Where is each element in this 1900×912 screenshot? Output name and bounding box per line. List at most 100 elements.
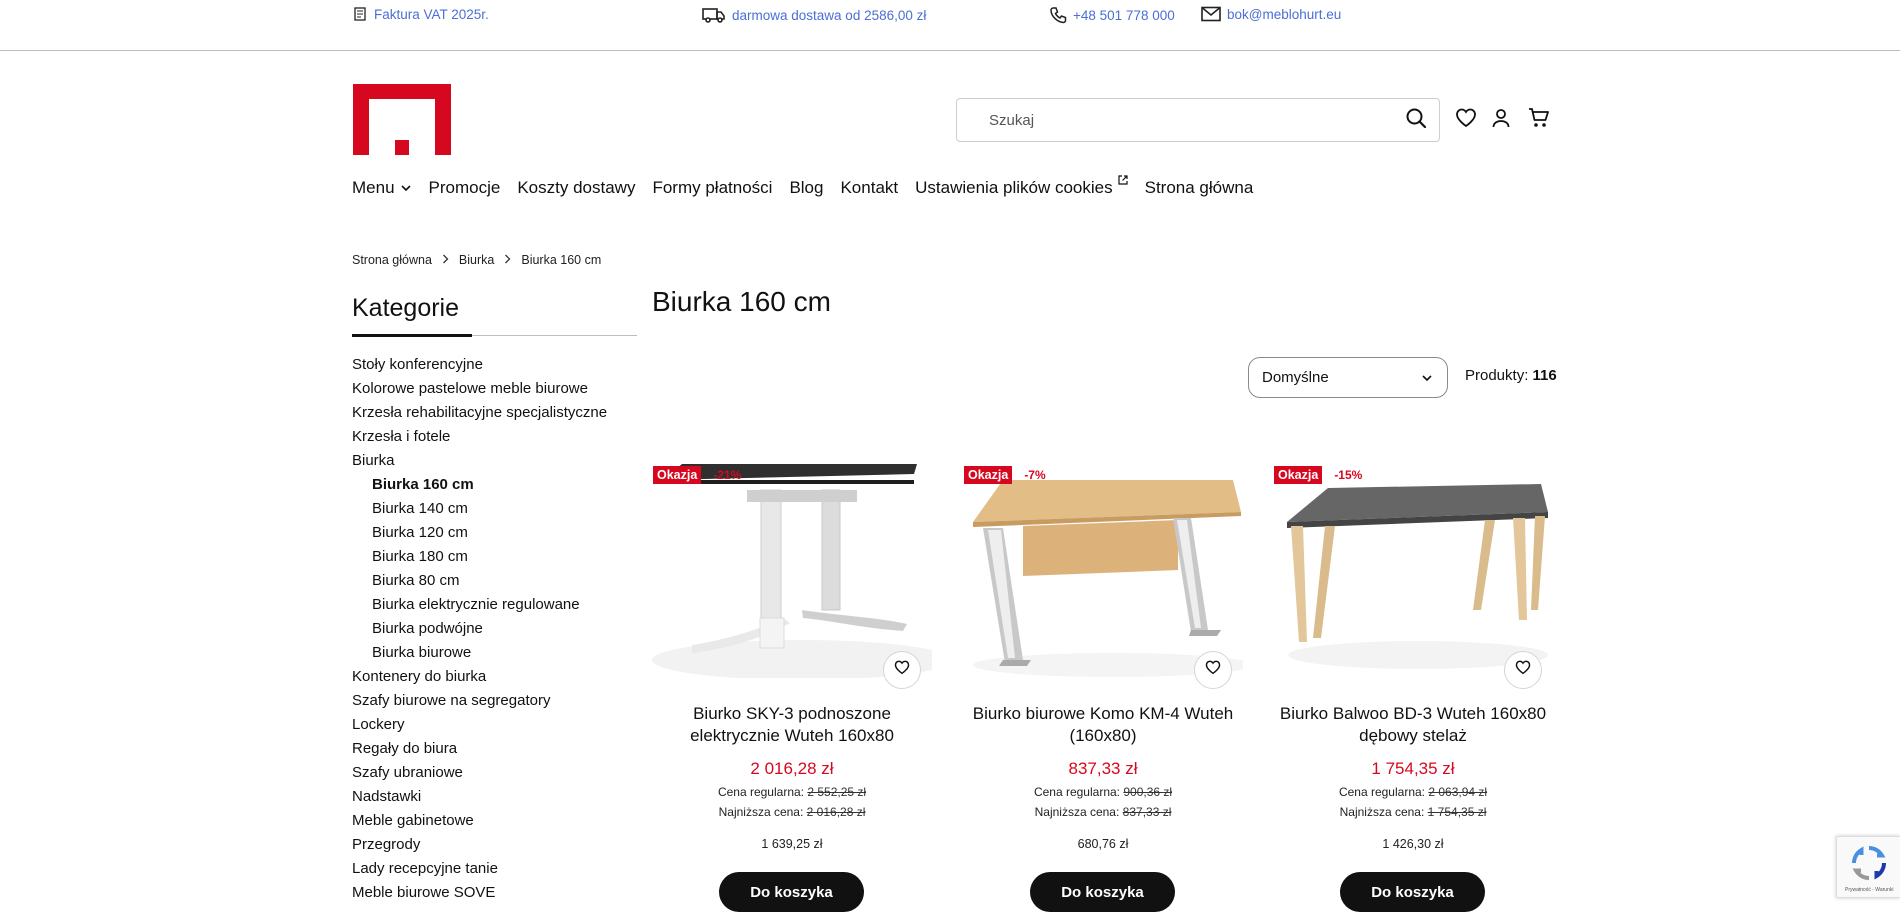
heart-icon xyxy=(1205,660,1221,680)
subcategory-item[interactable]: Biurka elektrycznie regulowane xyxy=(352,594,607,618)
category-item[interactable]: Nadstawki xyxy=(352,786,607,810)
page-title: Biurka 160 cm xyxy=(652,286,831,317)
category-item[interactable]: Lady recepcyjne tanie xyxy=(352,858,607,882)
nav-cookies-label: Ustawienia plików cookies xyxy=(915,178,1113,197)
cart-icon xyxy=(1528,107,1550,134)
vat-invoice-text: Faktura VAT 2025r. xyxy=(374,6,489,22)
nav-promocje[interactable]: Promocje xyxy=(429,178,501,198)
category-item[interactable]: Regały do biura xyxy=(352,738,607,762)
category-item[interactable]: Biurka xyxy=(352,450,607,474)
category-item[interactable]: Krzesła i fotele xyxy=(352,426,607,450)
subcategory-item[interactable]: Biurka 80 cm xyxy=(352,570,607,594)
main-nav: Menu Promocje Koszty dostawy Formy płatn… xyxy=(352,174,1254,198)
search-bar xyxy=(956,98,1440,142)
regular-price: Cena regularna: 2 063,94 zł xyxy=(1273,785,1553,799)
product-card: Okazja -21% Biurko SKY-3 podnoszone elek… xyxy=(652,460,952,912)
regular-price-label: Cena regularna: xyxy=(1033,785,1120,799)
product-name-line: elektrycznie Wuteh 160x80 xyxy=(690,726,894,745)
free-delivery-info[interactable]: darmowa dostawa od 2586,00 zł xyxy=(702,6,926,24)
phone-text: +48 501 778 000 xyxy=(1073,7,1175,23)
sale-badge: Okazja -7% xyxy=(964,466,1046,484)
recaptcha-privacy-terms[interactable]: Prywatność - Warunki xyxy=(1845,887,1893,893)
breadcrumb-home[interactable]: Strona główna xyxy=(352,253,432,267)
subcategory-item[interactable]: Biurka 180 cm xyxy=(352,546,607,570)
search-button[interactable] xyxy=(1393,99,1439,141)
subcategory-item[interactable]: Biurka 140 cm xyxy=(352,498,607,522)
wishlist-button[interactable] xyxy=(1453,107,1479,133)
add-to-wishlist-button[interactable] xyxy=(1194,651,1232,689)
category-item[interactable]: Kontenery do biurka xyxy=(352,666,607,690)
add-to-wishlist-button[interactable] xyxy=(1504,651,1542,689)
breadcrumb-current: Biurka 160 cm xyxy=(521,253,602,267)
sale-badge: Okazja -15% xyxy=(1274,466,1362,484)
add-to-wishlist-button[interactable] xyxy=(883,651,921,689)
category-item-active[interactable]: Biurka 160 cm xyxy=(352,474,607,498)
email-link[interactable]: bok@meblohurt.eu xyxy=(1201,6,1341,22)
lowest-price: Najniższa cena: 1 754,35 zł xyxy=(1273,805,1553,819)
nav-kontakt[interactable]: Kontakt xyxy=(840,178,898,198)
discount-label: -7% xyxy=(1024,468,1046,482)
category-item[interactable]: Meble biurowe SOVE xyxy=(352,882,607,906)
subcategory-item[interactable]: Biurka podwójne xyxy=(352,618,607,642)
category-item[interactable]: Szafy biurowe na segregatory xyxy=(352,690,607,714)
product-image[interactable] xyxy=(963,460,1253,678)
product-price: 2 016,28 zł xyxy=(750,759,834,778)
recaptcha-icon xyxy=(1851,845,1887,883)
add-to-cart-button[interactable]: Do koszyka xyxy=(719,872,864,912)
okazja-label: Okazja xyxy=(1274,466,1323,484)
sort-select[interactable]: Domyślne xyxy=(1248,357,1448,398)
lowest-price: Najniższa cena: 2 016,28 zł xyxy=(652,805,932,819)
nav-formy-platnosci[interactable]: Formy płatności xyxy=(652,178,772,198)
regular-price-label: Cena regularna: xyxy=(717,785,804,799)
category-item[interactable]: Kolorowe pastelowe meble biurowe xyxy=(352,378,607,402)
categories-underline xyxy=(352,334,472,337)
product-name[interactable]: Biurko SKY-3 podnoszone elektrycznie Wut… xyxy=(652,703,932,747)
product-image[interactable] xyxy=(1273,460,1553,678)
category-item[interactable]: Lockery xyxy=(352,714,607,738)
category-item[interactable]: Krzesła rehabilitacyjne specjalistyczne xyxy=(352,402,607,426)
category-item[interactable]: Meble gabinetowe xyxy=(352,810,607,834)
lowest-price-value: 1 754,35 zł xyxy=(1427,805,1487,819)
recaptcha-badge[interactable]: Prywatność - Warunki xyxy=(1836,836,1900,898)
product-name-line: (160x80) xyxy=(1069,726,1137,745)
product-name[interactable]: Biurko biurowe Komo KM-4 Wuteh (160x80) xyxy=(963,703,1243,747)
mail-icon xyxy=(1201,6,1221,22)
nav-blog[interactable]: Blog xyxy=(789,178,823,198)
chevron-down-icon xyxy=(1421,369,1433,386)
free-delivery-text: darmowa dostawa od 2586,00 zł xyxy=(732,7,927,23)
nav-strona-glowna[interactable]: Strona główna xyxy=(1145,178,1254,198)
add-to-cart-button[interactable]: Do koszyka xyxy=(1340,872,1485,912)
lowest-price-label: Najniższa cena: xyxy=(1339,805,1425,819)
phone-link[interactable]: +48 501 778 000 xyxy=(1049,6,1175,24)
product-name-line: Biurko Balwoo BD-3 Wuteh 160x80 xyxy=(1279,704,1547,723)
category-item[interactable]: Przegrody xyxy=(352,834,607,858)
product-name-line: dębowy stelaż xyxy=(1359,726,1467,745)
regular-price-value: 900,36 zł xyxy=(1123,785,1173,799)
breadcrumb-biurka[interactable]: Biurka xyxy=(459,253,494,267)
nav-menu[interactable]: Menu xyxy=(352,178,412,198)
account-button[interactable] xyxy=(1488,107,1514,133)
chevron-right-icon xyxy=(442,253,449,267)
search-input[interactable] xyxy=(957,99,1393,141)
cart-button[interactable] xyxy=(1526,107,1552,133)
product-name[interactable]: Biurko Balwoo BD-3 Wuteh 160x80 dębowy s… xyxy=(1273,703,1553,747)
category-item[interactable]: Szafy ubraniowe xyxy=(352,762,607,786)
lowest-price-label: Najniższa cena: xyxy=(1034,805,1120,819)
lowest-price-value: 837,33 zł xyxy=(1122,805,1172,819)
meblohurt-logo[interactable] xyxy=(353,84,451,155)
net-price: 1 639,25 zł xyxy=(761,837,823,851)
subcategory-item[interactable]: Biurka 120 cm xyxy=(352,522,607,546)
add-to-cart-button[interactable]: Do koszyka xyxy=(1030,872,1175,912)
product-name-line: Biurko biurowe Komo KM-4 Wuteh xyxy=(972,704,1234,723)
nav-koszty-dostawy[interactable]: Koszty dostawy xyxy=(517,178,635,198)
lowest-price-label: Najniższa cena: xyxy=(718,805,804,819)
category-item[interactable]: Stoły konferencyjne xyxy=(352,354,607,378)
product-image[interactable] xyxy=(652,460,952,680)
nav-cookies-settings[interactable]: Ustawienia plików cookies xyxy=(915,174,1128,198)
regular-price-label: Cena regularna: xyxy=(1338,785,1425,799)
lowest-price: Najniższa cena: 837,33 zł xyxy=(963,805,1243,819)
subcategory-item[interactable]: Biurka biurowe xyxy=(352,642,607,666)
vat-invoice-link[interactable]: Faktura VAT 2025r. xyxy=(352,6,489,22)
net-price: 680,76 zł xyxy=(1077,837,1129,851)
product-price: 837,33 zł xyxy=(1068,759,1138,778)
